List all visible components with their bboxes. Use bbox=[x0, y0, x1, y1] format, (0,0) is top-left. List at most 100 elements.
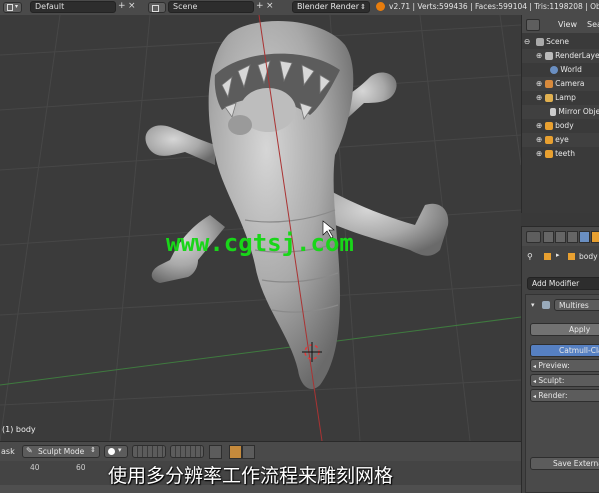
subdivide-label: Catmull-Clark bbox=[559, 346, 599, 355]
add-scene-icon[interactable]: + bbox=[256, 1, 264, 12]
outliner-item-label: eye bbox=[555, 135, 569, 144]
add-layout-icon[interactable]: + bbox=[118, 1, 126, 12]
outliner-item-label: Camera bbox=[555, 79, 585, 88]
sculpt-levels-field[interactable]: ◂ Sculpt: bbox=[530, 374, 599, 387]
editor-type-button[interactable]: ▾ bbox=[3, 2, 22, 13]
grid-icon bbox=[7, 4, 13, 11]
object-name: body bbox=[579, 252, 598, 261]
add-modifier-label: Add Modifier bbox=[532, 279, 580, 288]
active-object-label: (1) body bbox=[2, 425, 36, 434]
expand-icon[interactable]: ⊕ bbox=[536, 121, 542, 130]
outliner-item-label: Mirror Object bbox=[558, 107, 599, 116]
add-modifier-select[interactable]: Add Modifier bbox=[527, 277, 599, 290]
sculpt-label: Sculpt: bbox=[538, 376, 565, 385]
expand-icon[interactable]: ⊕ bbox=[536, 93, 542, 102]
layout-field[interactable]: Default bbox=[30, 1, 116, 13]
expand-icon[interactable]: ⊕ bbox=[536, 135, 542, 144]
mode-label: Sculpt Mode bbox=[38, 447, 85, 456]
breadcrumb-arrow-icon: ▸ bbox=[556, 251, 560, 259]
decrement-arrow-icon[interactable]: ◂ bbox=[533, 393, 536, 400]
frame-marker-60: 60 bbox=[76, 463, 86, 472]
render-levels-field[interactable]: ◂ Render: bbox=[530, 389, 599, 402]
info-header: ▾ Default + × Scene + × Blender Render ⇕… bbox=[0, 0, 599, 16]
mesh-icon bbox=[544, 150, 553, 158]
outliner-item-eye[interactable]: ⊕ eye bbox=[522, 133, 599, 147]
outliner-item-scene[interactable]: ⊖ Scene bbox=[522, 35, 599, 49]
view-menu[interactable]: View bbox=[558, 20, 577, 29]
layer-buttons-a[interactable] bbox=[132, 445, 166, 458]
render-tab-icon[interactable] bbox=[543, 231, 554, 243]
apply-button[interactable]: Apply bbox=[530, 323, 599, 336]
render-engine-select[interactable]: Blender Render ⇕ bbox=[292, 1, 370, 13]
preview-levels-field[interactable]: ◂ Preview: bbox=[530, 359, 599, 372]
watermark: www.cgtsj.com bbox=[166, 229, 354, 257]
save-external-button[interactable]: Save External bbox=[530, 457, 599, 470]
expand-icon[interactable]: ⊕ bbox=[536, 79, 542, 88]
frame-marker-40: 40 bbox=[30, 463, 40, 472]
properties-header bbox=[521, 226, 599, 247]
outliner-item-label: RenderLayers bbox=[555, 51, 599, 60]
editor-type-icon[interactable] bbox=[526, 19, 540, 31]
x-axis-line bbox=[0, 316, 521, 386]
render-label: Render: bbox=[538, 391, 568, 400]
blender-logo-icon bbox=[376, 2, 385, 11]
object-data-icon bbox=[544, 253, 551, 260]
subtitle-caption: 使用多分辨率工作流程来雕刻网格 bbox=[108, 465, 394, 487]
outliner-item-label: Lamp bbox=[555, 93, 576, 102]
chevron-updown-icon: ⇕ bbox=[360, 3, 366, 11]
layers-tab-icon[interactable] bbox=[555, 231, 566, 243]
editor-type-icon[interactable] bbox=[526, 231, 541, 243]
outliner-item-mirror-object[interactable]: Mirror Object bbox=[522, 105, 599, 119]
viewport-scene bbox=[0, 15, 521, 441]
scene-tab-icon[interactable] bbox=[567, 231, 578, 243]
outliner-item-label: Scene bbox=[546, 37, 569, 46]
outliner-item-label: World bbox=[560, 65, 582, 74]
outliner-item-camera[interactable]: ⊕ Camera bbox=[522, 77, 599, 91]
modifier-name-label: Multires bbox=[559, 301, 589, 310]
layer-buttons-b[interactable] bbox=[170, 445, 204, 458]
3d-viewport[interactable]: www.cgtsj.com (1) body bbox=[0, 15, 521, 441]
decrement-arrow-icon[interactable]: ◂ bbox=[533, 378, 536, 385]
remove-layout-icon[interactable]: × bbox=[128, 1, 136, 12]
search-menu[interactable]: Sea bbox=[587, 20, 599, 29]
collapse-arrow-icon[interactable]: ▾ bbox=[531, 301, 535, 309]
camera-render-icon[interactable] bbox=[242, 445, 255, 459]
outliner-item-renderlayers[interactable]: ⊕ RenderLayers bbox=[522, 49, 599, 63]
left-cut-label: ask bbox=[1, 447, 15, 456]
expand-icon[interactable]: ⊕ bbox=[536, 51, 542, 60]
scene-label: Scene bbox=[173, 2, 198, 11]
collapse-icon[interactable]: ⊖ bbox=[524, 37, 530, 46]
properties-panel: ⚲ ▸ body Add Modifier ▾ Multires Apply C… bbox=[521, 246, 599, 493]
catmull-clark-button[interactable]: Catmull-Clark bbox=[530, 344, 599, 357]
viewport-shading-select[interactable]: ▾ bbox=[104, 445, 128, 458]
lock-icon[interactable] bbox=[209, 445, 222, 459]
object-tab-icon[interactable] bbox=[591, 231, 599, 243]
scene-field[interactable]: Scene bbox=[168, 1, 254, 13]
brush-icon: ✎ bbox=[26, 446, 33, 455]
render-preview-icon[interactable] bbox=[229, 445, 242, 459]
world-tab-icon[interactable] bbox=[579, 231, 590, 243]
scene-browse-button[interactable] bbox=[148, 2, 166, 13]
chevron-updown-icon: ⇕ bbox=[90, 446, 96, 454]
wrench-icon bbox=[542, 301, 550, 309]
outliner-item-teeth[interactable]: ⊕ teeth bbox=[522, 147, 599, 161]
mesh-icon bbox=[544, 122, 553, 130]
remove-scene-icon[interactable]: × bbox=[266, 1, 274, 12]
sculpt-mesh bbox=[145, 21, 449, 390]
pin-icon[interactable]: ⚲ bbox=[527, 252, 533, 261]
preview-label: Preview: bbox=[538, 361, 570, 370]
world-icon bbox=[550, 66, 558, 74]
lamp-icon bbox=[544, 94, 553, 102]
outliner-item-body[interactable]: ⊕ body bbox=[522, 119, 599, 133]
outliner[interactable]: ⊖ Scene ⊕ RenderLayers World ⊕ Camera ⊕ … bbox=[521, 33, 599, 213]
expand-icon[interactable]: ⊕ bbox=[536, 149, 542, 158]
decrement-arrow-icon[interactable]: ◂ bbox=[533, 363, 536, 370]
mode-select[interactable]: ✎ Sculpt Mode ⇕ bbox=[22, 445, 100, 458]
outliner-item-lamp[interactable]: ⊕ Lamp bbox=[522, 91, 599, 105]
scene-icon bbox=[152, 5, 159, 12]
modifier-name-field[interactable]: Multires bbox=[554, 299, 599, 311]
outliner-item-label: teeth bbox=[555, 149, 575, 158]
empty-icon bbox=[550, 108, 556, 116]
scene-icon bbox=[535, 38, 544, 46]
outliner-item-world[interactable]: World bbox=[522, 63, 599, 77]
